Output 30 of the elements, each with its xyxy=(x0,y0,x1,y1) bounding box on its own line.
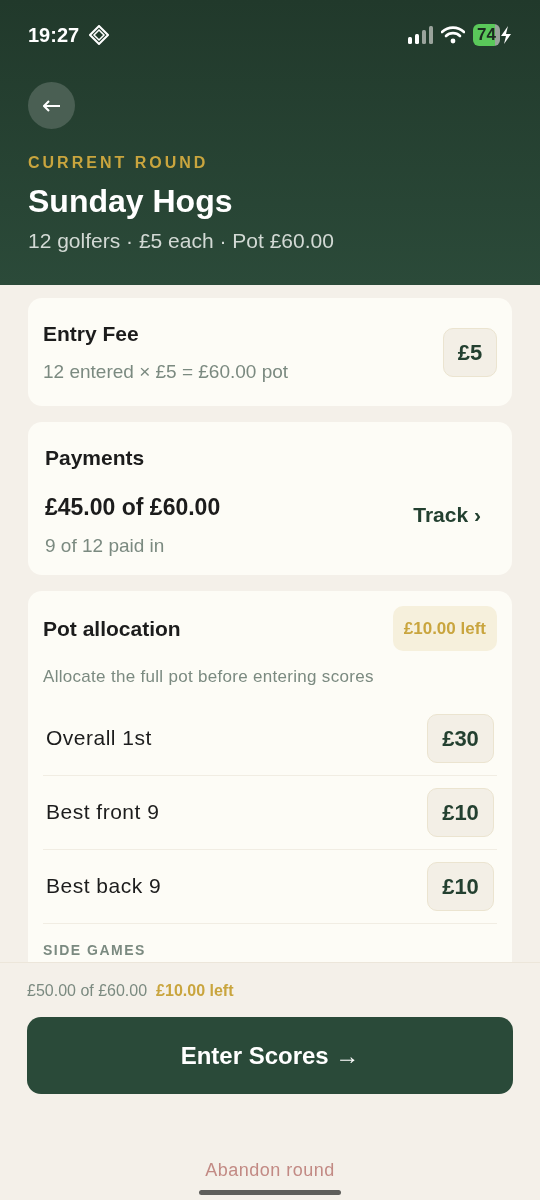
prize-amount-button[interactable]: £10 xyxy=(427,861,494,911)
prize-label: Best back 9 xyxy=(46,873,162,900)
status-time: 19:27 xyxy=(28,23,80,48)
fee-amount-button[interactable]: £5 xyxy=(443,327,497,377)
prize-amount-button[interactable]: £10 xyxy=(427,787,494,837)
prize-label: Overall 1st xyxy=(46,725,152,752)
enter-scores-button[interactable]: Enter Scores → xyxy=(27,1017,513,1094)
entry-detail: 12 entered × £5 = £60.00 pot xyxy=(43,359,289,384)
diamond-icon xyxy=(89,25,110,45)
allocation-hint: Allocate the full pot before entering scores xyxy=(43,666,375,688)
back-button[interactable] xyxy=(28,82,75,129)
round-title: Sunday Hogs xyxy=(28,182,234,221)
battery-indicator: 74 xyxy=(473,24,500,46)
wifi-icon xyxy=(441,26,466,44)
track-link[interactable]: Track › xyxy=(413,499,481,531)
signal-icon xyxy=(407,26,434,44)
prize-amount-button[interactable]: £30 xyxy=(427,713,494,763)
section-heading: SIDE GAMES xyxy=(43,940,147,960)
round-summary: 12 golfers · £5 each · Pot £60.00 xyxy=(28,228,335,254)
remaining-badge: £10.00 left xyxy=(392,605,497,651)
allocated-summary: £50.00 of £60.00 xyxy=(27,981,148,1001)
back-arrow-icon xyxy=(42,99,61,112)
remaining-summary: £10.00 left xyxy=(156,981,234,1001)
payments-detail: 9 of 12 paid in xyxy=(45,534,166,558)
card-title: Entry Fee xyxy=(43,321,140,347)
card-title: Pot allocation xyxy=(43,615,181,642)
card-title: Payments xyxy=(45,445,146,471)
eyebrow-label: CURRENT ROUND xyxy=(28,153,210,173)
prize-label: Best front 9 xyxy=(46,799,160,826)
payments-total: £45.00 of £60.00 xyxy=(45,492,221,522)
